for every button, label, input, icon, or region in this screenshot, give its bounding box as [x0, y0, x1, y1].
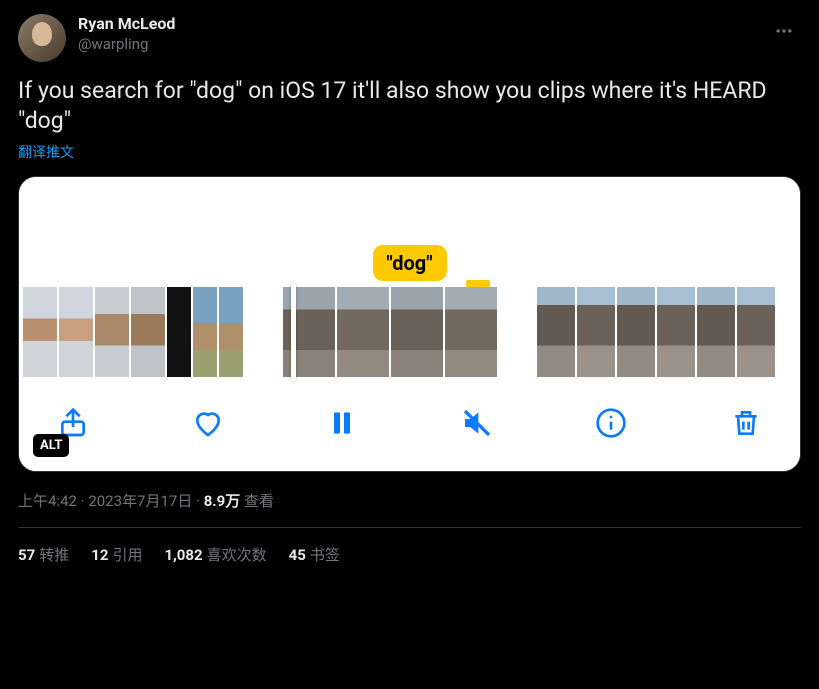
- view-label: 查看: [244, 492, 274, 510]
- badge-marker: [466, 280, 490, 287]
- clip-thumbnail: [167, 287, 191, 377]
- clip-thumbnail: [193, 287, 217, 377]
- like-button[interactable]: [190, 405, 226, 441]
- clip-thumbnail: [577, 287, 615, 377]
- clip-thumbnail: [219, 287, 243, 377]
- heart-icon: [192, 407, 224, 439]
- search-term-badge: "dog": [372, 245, 446, 281]
- avatar[interactable]: [18, 14, 66, 62]
- likes-stat[interactable]: 1,082喜欢次数: [164, 544, 266, 565]
- clip-thumbnail: [337, 287, 389, 377]
- bookmarks-stat[interactable]: 45书签: [289, 544, 340, 565]
- tweet-time: 上午4:42: [18, 492, 77, 510]
- user-handle: @warpling: [78, 34, 767, 54]
- tweet-header: Ryan McLeod @warpling: [18, 14, 801, 62]
- clip-group[interactable]: [537, 287, 775, 377]
- clip-thumbnail: [445, 287, 497, 377]
- clip-thumbnail: [59, 287, 93, 377]
- pause-icon: [326, 407, 358, 439]
- author-block[interactable]: Ryan McLeod @warpling: [78, 14, 767, 54]
- more-options-button[interactable]: [767, 14, 801, 48]
- media-top-area: "dog": [19, 177, 800, 287]
- playhead[interactable]: [291, 283, 296, 381]
- clip-group[interactable]: [23, 287, 243, 377]
- ellipsis-icon: [774, 21, 794, 41]
- tweet-text: If you search for "dog" on iOS 17 it'll …: [18, 76, 801, 136]
- translate-link[interactable]: 翻译推文: [18, 142, 801, 162]
- pause-button[interactable]: [324, 405, 360, 441]
- info-button[interactable]: [593, 405, 629, 441]
- clip-thumbnail: [131, 287, 165, 377]
- view-count: 8.9万: [204, 492, 241, 510]
- mute-button[interactable]: [459, 405, 495, 441]
- media-attachment[interactable]: "dog": [18, 176, 801, 472]
- quotes-stat[interactable]: 12引用: [91, 544, 142, 565]
- alt-text-badge[interactable]: ALT: [33, 434, 69, 457]
- trash-icon: [730, 407, 762, 439]
- clip-thumbnail: [617, 287, 655, 377]
- media-controls: [19, 377, 800, 471]
- clip-thumbnail: [657, 287, 695, 377]
- clip-thumbnail: [23, 287, 57, 377]
- tweet-container: Ryan McLeod @warpling If you search for …: [0, 0, 819, 579]
- display-name: Ryan McLeod: [78, 14, 767, 34]
- clip-thumbnail: [737, 287, 775, 377]
- delete-button[interactable]: [728, 405, 764, 441]
- clip-thumbnail: [391, 287, 443, 377]
- clip-group[interactable]: [283, 287, 497, 377]
- speaker-muted-icon: [461, 407, 493, 439]
- retweets-stat[interactable]: 57转推: [18, 544, 69, 565]
- clip-thumbnail: [537, 287, 575, 377]
- tweet-date: 2023年7月17日: [88, 492, 192, 510]
- engagement-stats: 57转推 12引用 1,082喜欢次数 45书签: [18, 528, 801, 565]
- clip-thumbnail: [697, 287, 735, 377]
- clip-thumbnail: [95, 287, 129, 377]
- tweet-metadata[interactable]: 上午4:42 · 2023年7月17日 · 8.9万 查看: [18, 490, 801, 511]
- video-timeline[interactable]: [19, 287, 800, 377]
- info-icon: [595, 407, 627, 439]
